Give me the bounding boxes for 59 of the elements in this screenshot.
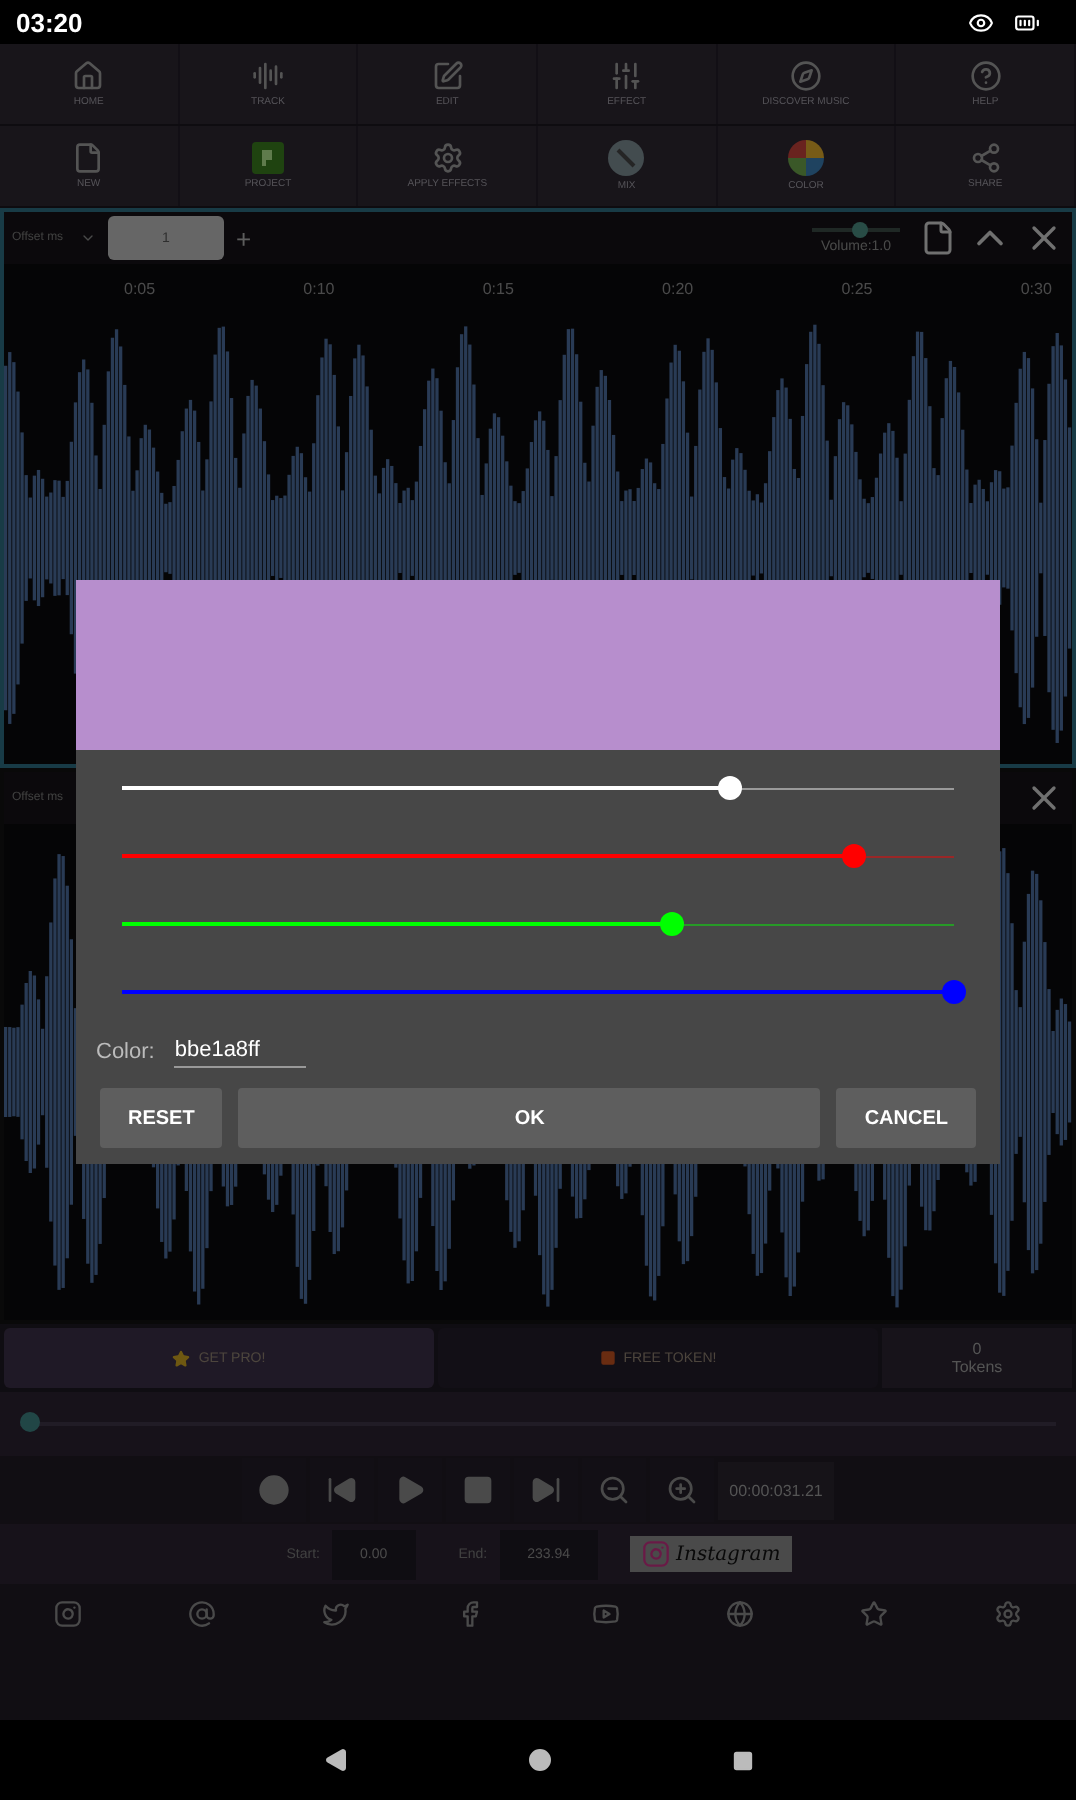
stop-icon xyxy=(461,1474,494,1506)
time-tick: 0:10 xyxy=(303,279,335,297)
home-icon[interactable] xyxy=(527,1748,551,1772)
instagram-icon xyxy=(642,1540,671,1568)
color-label: Color: xyxy=(96,1039,155,1063)
slider-thumb[interactable] xyxy=(942,980,966,1004)
time-tick: 0:20 xyxy=(662,279,694,297)
previous-icon xyxy=(325,1474,358,1506)
slider-thumb[interactable] xyxy=(659,912,684,936)
next-icon xyxy=(529,1474,562,1506)
token-label: Tokens xyxy=(951,1358,1003,1376)
color-wheel-icon xyxy=(787,140,824,176)
waveform-icon xyxy=(251,60,284,92)
eye-icon xyxy=(968,9,994,35)
star-icon xyxy=(860,1600,889,1628)
instagram-icon xyxy=(53,1600,82,1628)
dropdown-icon[interactable] xyxy=(80,230,96,246)
instagram-badge[interactable]: Instagram xyxy=(630,1536,793,1572)
back-icon[interactable] xyxy=(323,1748,347,1772)
time-tick: 0:25 xyxy=(841,279,873,297)
sliders-icon xyxy=(610,60,643,92)
recents-icon[interactable] xyxy=(731,1749,753,1771)
seek-thumb[interactable] xyxy=(20,1412,41,1432)
volume-thumb[interactable] xyxy=(852,222,869,238)
slider-thumb[interactable] xyxy=(717,776,742,800)
zoom-in-icon xyxy=(665,1474,698,1506)
token-icon xyxy=(599,1350,616,1366)
battery-icon xyxy=(1014,9,1040,35)
record-icon xyxy=(257,1474,290,1506)
time-display: 00:00:031.21 xyxy=(717,1461,835,1519)
youtube-icon xyxy=(591,1600,620,1628)
time-tick: 0:15 xyxy=(482,279,514,297)
compass-icon xyxy=(789,60,822,92)
settings-icon xyxy=(994,1600,1023,1628)
share-icon xyxy=(969,142,1002,174)
gear-icon xyxy=(431,142,464,174)
dialog-button[interactable]: RESET xyxy=(100,1088,223,1148)
globe-icon xyxy=(725,1600,754,1628)
mix-icon xyxy=(608,140,645,176)
play-icon xyxy=(393,1474,426,1506)
dialog-button[interactable]: OK xyxy=(238,1088,821,1148)
dialog-button[interactable]: CANCEL xyxy=(836,1088,976,1148)
file-icon xyxy=(72,142,105,174)
slider-thumb[interactable] xyxy=(842,844,867,868)
project-icon xyxy=(251,142,284,174)
clock: 03:20 xyxy=(16,7,83,37)
edit-icon xyxy=(431,60,464,92)
file-icon[interactable] xyxy=(920,220,956,256)
add-tab-button[interactable]: + xyxy=(236,223,252,253)
color-field[interactable]: bbe1a8ff xyxy=(174,1034,307,1068)
zoom-out-icon xyxy=(597,1474,630,1506)
time-tick: 0:30 xyxy=(1020,279,1052,297)
token-count: 0 xyxy=(972,1340,982,1358)
twitter-icon xyxy=(322,1600,351,1628)
time-tick: 0:05 xyxy=(124,279,156,297)
star-icon xyxy=(172,1349,191,1367)
home-icon xyxy=(72,60,105,92)
help-icon xyxy=(969,60,1002,92)
at-sign-icon xyxy=(187,1600,216,1628)
